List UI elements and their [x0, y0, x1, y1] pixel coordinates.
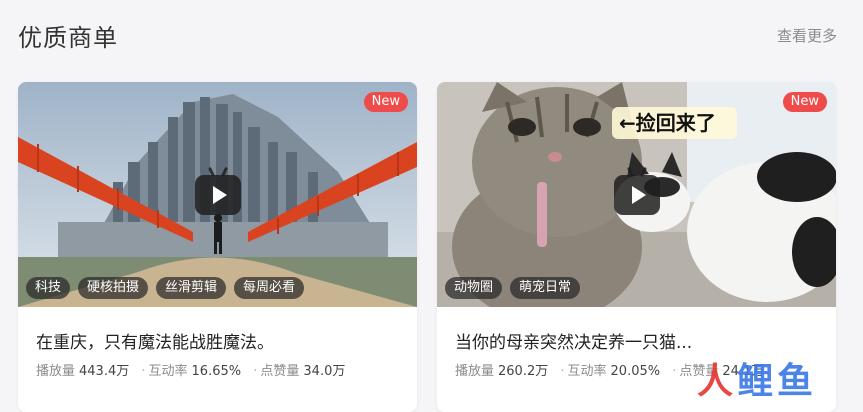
tag-list: 动物圈 萌宠日常 — [445, 277, 581, 299]
section-header: 优质商单 查看更多 — [0, 0, 863, 70]
watermark-part2: 鲤鱼 — [737, 361, 818, 402]
engagement-label: 互动率 — [567, 364, 607, 379]
video-title[interactable]: 当你的母亲突然决定养一只猫... — [455, 328, 692, 353]
engagement-value: 20.05% — [610, 364, 661, 379]
new-badge: New — [363, 92, 408, 112]
tag-item[interactable]: 动物圈 — [445, 277, 503, 299]
tag-list: 科技 硬核拍摄 丝滑剪辑 每周必看 — [26, 277, 305, 299]
separator-dot: · — [141, 364, 146, 379]
separator-dot: · — [672, 364, 677, 379]
video-thumbnail[interactable]: New 科技 硬核拍摄 丝滑剪辑 每周必看 — [18, 82, 417, 307]
view-more-link[interactable]: 查看更多 — [777, 25, 837, 46]
tag-item[interactable]: 每周必看 — [234, 277, 305, 299]
engagement-label: 互动率 — [148, 364, 188, 379]
tag-item[interactable]: 丝滑剪辑 — [156, 277, 227, 299]
video-stats: 播放量 443.4万 · 互动率 16.65% · 点赞量 34.0万 — [36, 360, 345, 379]
video-title[interactable]: 在重庆，只有魔法能战胜魔法。 — [36, 328, 274, 353]
likes-label: 点赞量 — [260, 364, 300, 379]
separator-dot: · — [560, 364, 565, 379]
video-card-chongqing[interactable]: New 科技 硬核拍摄 丝滑剪辑 每周必看 在重庆，只有魔法能战胜魔法。 播放量… — [18, 82, 417, 412]
plays-value: 260.2万 — [498, 364, 549, 379]
section-title: 优质商单 — [18, 24, 118, 52]
play-button-icon[interactable] — [194, 174, 241, 215]
plays-value: 443.4万 — [79, 364, 130, 379]
plays-label: 播放量 — [36, 364, 76, 379]
play-button-icon[interactable] — [613, 174, 660, 215]
plays-label: 播放量 — [455, 364, 495, 379]
separator-dot: · — [253, 364, 258, 379]
watermark-logo: 人鲤鱼 — [697, 352, 847, 402]
watermark-part1: 人 — [697, 361, 738, 402]
thumbnail-caption: ←捡回来了 — [619, 111, 716, 135]
tag-item[interactable]: 萌宠日常 — [510, 277, 581, 299]
likes-value: 34.0万 — [303, 364, 346, 379]
tag-item[interactable]: 科技 — [26, 277, 71, 299]
new-badge: New — [782, 92, 827, 112]
video-thumbnail[interactable]: ←捡回来了 New 动物圈 萌宠日常 — [437, 82, 836, 307]
engagement-value: 16.65% — [191, 364, 242, 379]
tag-item[interactable]: 硬核拍摄 — [78, 277, 149, 299]
